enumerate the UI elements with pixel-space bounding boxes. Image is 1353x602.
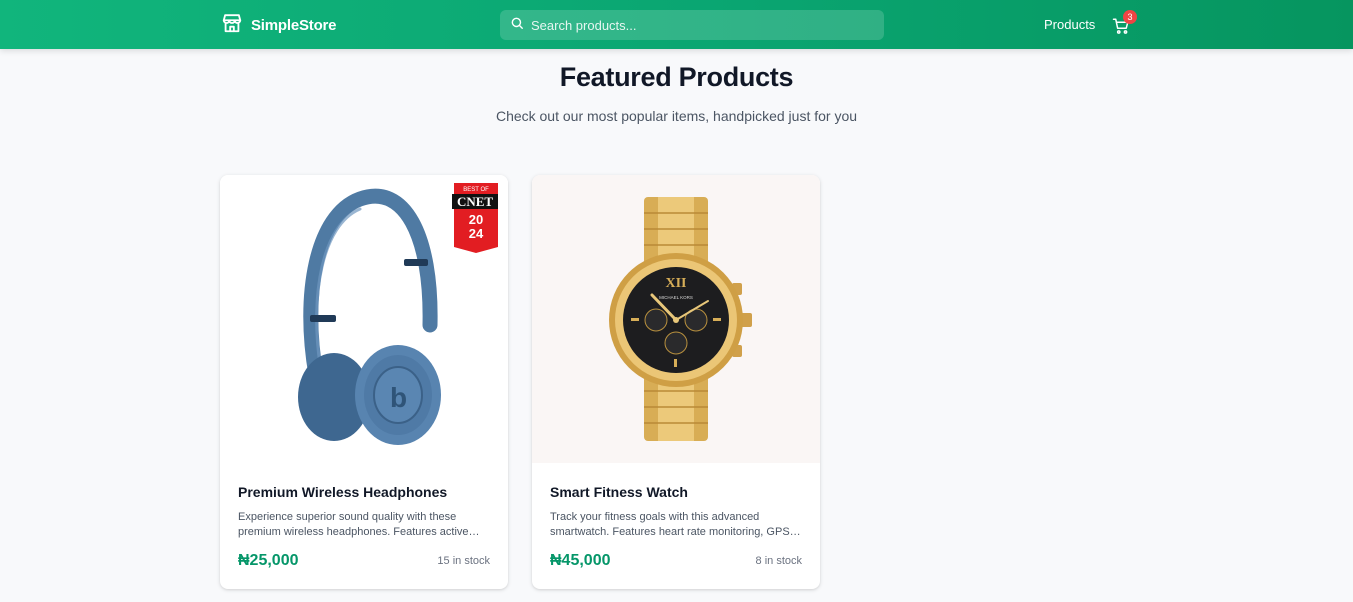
brand-logo[interactable]: SimpleStore [221, 12, 337, 39]
store-icon [221, 12, 243, 39]
badge-brand-text: CNET [457, 194, 493, 209]
product-card-footer: ₦45,000 8 in stock [550, 551, 802, 571]
product-description: Track your fitness goals with this advan… [550, 511, 801, 538]
product-title[interactable]: Smart Fitness Watch [550, 484, 802, 500]
product-card[interactable]: XII MICHAEL KORS Smart Fitness Watch Tra… [532, 175, 820, 589]
product-card-body: Premium Wireless Headphones Experience s… [238, 482, 490, 540]
product-stock: 8 in stock [755, 555, 802, 567]
badge-best-of-text: BEST OF [463, 187, 489, 193]
badge-year-line-2: 24 [469, 226, 484, 241]
product-image-watch: XII MICHAEL KORS [532, 175, 820, 463]
brand-name: SimpleStore [251, 16, 337, 34]
search-bar [500, 10, 884, 40]
navbar: SimpleStore Products 3 [0, 0, 1353, 49]
search-icon [510, 16, 524, 35]
product-title[interactable]: Premium Wireless Headphones [238, 484, 490, 500]
cart-count-badge: 3 [1123, 10, 1137, 24]
product-price: ₦45,000 [550, 552, 611, 569]
product-card[interactable]: b BEST OF CNET 20 24 Premium Wireless He… [220, 175, 508, 589]
product-image-headphones: b BEST OF CNET 20 24 [220, 175, 508, 463]
product-price: ₦25,000 [238, 552, 299, 569]
badge-year-line-1: 20 [469, 212, 483, 227]
product-description: Experience superior sound quality with t… [238, 511, 480, 538]
nav-link-products[interactable]: Products [1044, 17, 1095, 32]
product-card-footer: ₦25,000 15 in stock [238, 551, 490, 571]
product-card-body: Smart Fitness Watch Track your fitness g… [550, 482, 802, 540]
svg-text:XII: XII [665, 276, 686, 291]
search-input[interactable] [531, 17, 871, 33]
product-stock: 15 in stock [437, 555, 490, 567]
page-subtitle: Check out our most popular items, handpi… [495, 108, 858, 124]
cart-button[interactable]: 3 [1112, 10, 1137, 37]
page-title: Featured Products [559, 62, 794, 92]
svg-text:b: b [390, 382, 407, 413]
watch-dial-brand: MICHAEL KORS [659, 295, 693, 300]
